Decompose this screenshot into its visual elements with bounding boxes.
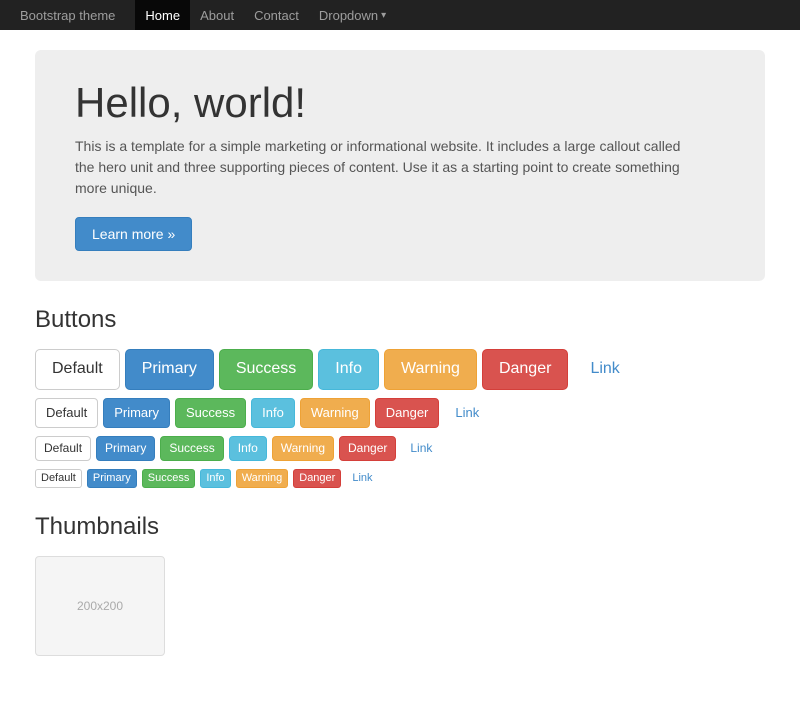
btn-info-xs[interactable]: Info (200, 469, 230, 488)
button-row-xs: Default Primary Success Info Warning Dan… (35, 469, 765, 488)
hero-heading: Hello, world! (75, 80, 725, 126)
btn-warning-sm[interactable]: Warning (272, 436, 334, 461)
thumbnail-label: 200x200 (77, 599, 123, 613)
chevron-down-icon: ▾ (381, 10, 386, 21)
btn-danger-sm[interactable]: Danger (339, 436, 396, 461)
nav-items: Home About Contact Dropdown ▾ (135, 0, 396, 30)
btn-danger-md[interactable]: Danger (375, 398, 440, 428)
btn-warning-md[interactable]: Warning (300, 398, 370, 428)
btn-info-md[interactable]: Info (251, 398, 295, 428)
btn-success-xs[interactable]: Success (142, 469, 196, 488)
nav-item-contact[interactable]: Contact (244, 0, 309, 30)
hero-unit: Hello, world! This is a template for a s… (35, 50, 765, 281)
btn-primary-sm[interactable]: Primary (96, 436, 155, 461)
btn-primary-xs[interactable]: Primary (87, 469, 137, 488)
btn-default-xs[interactable]: Default (35, 469, 82, 488)
btn-danger-xs[interactable]: Danger (293, 469, 341, 488)
button-row-lg: Default Primary Success Info Warning Dan… (35, 349, 765, 389)
btn-default-lg[interactable]: Default (35, 349, 120, 389)
btn-success-sm[interactable]: Success (160, 436, 223, 461)
btn-warning-lg[interactable]: Warning (384, 349, 477, 389)
navbar: Bootstrap theme Home About Contact Dropd… (0, 0, 800, 30)
btn-warning-xs[interactable]: Warning (236, 469, 289, 488)
button-row-md: Default Primary Success Info Warning Dan… (35, 398, 765, 428)
btn-link-lg[interactable]: Link (573, 349, 636, 389)
btn-primary-lg[interactable]: Primary (125, 349, 214, 389)
nav-item-dropdown[interactable]: Dropdown ▾ (309, 0, 396, 30)
learn-more-button[interactable]: Learn more » (75, 217, 192, 251)
thumbnail-item[interactable]: 200x200 (35, 556, 165, 656)
buttons-title: Buttons (35, 306, 765, 334)
navbar-brand[interactable]: Bootstrap theme (20, 8, 115, 23)
btn-primary-md[interactable]: Primary (103, 398, 170, 428)
nav-item-home[interactable]: Home (135, 0, 190, 30)
buttons-section: Buttons Default Primary Success Info War… (35, 306, 765, 488)
thumbnails-section: Thumbnails 200x200 (35, 513, 765, 656)
btn-info-sm[interactable]: Info (229, 436, 267, 461)
main-content: Hello, world! This is a template for a s… (20, 30, 780, 701)
btn-link-xs[interactable]: Link (346, 469, 378, 488)
btn-success-md[interactable]: Success (175, 398, 246, 428)
btn-default-sm[interactable]: Default (35, 436, 91, 461)
btn-info-lg[interactable]: Info (318, 349, 379, 389)
btn-link-sm[interactable]: Link (401, 436, 441, 461)
btn-default-md[interactable]: Default (35, 398, 98, 428)
btn-danger-lg[interactable]: Danger (482, 349, 568, 389)
thumbnails-title: Thumbnails (35, 513, 765, 541)
button-row-sm: Default Primary Success Info Warning Dan… (35, 436, 765, 461)
hero-description: This is a template for a simple marketin… (75, 136, 695, 199)
btn-link-md[interactable]: Link (444, 398, 490, 428)
nav-item-about[interactable]: About (190, 0, 244, 30)
btn-success-lg[interactable]: Success (219, 349, 313, 389)
